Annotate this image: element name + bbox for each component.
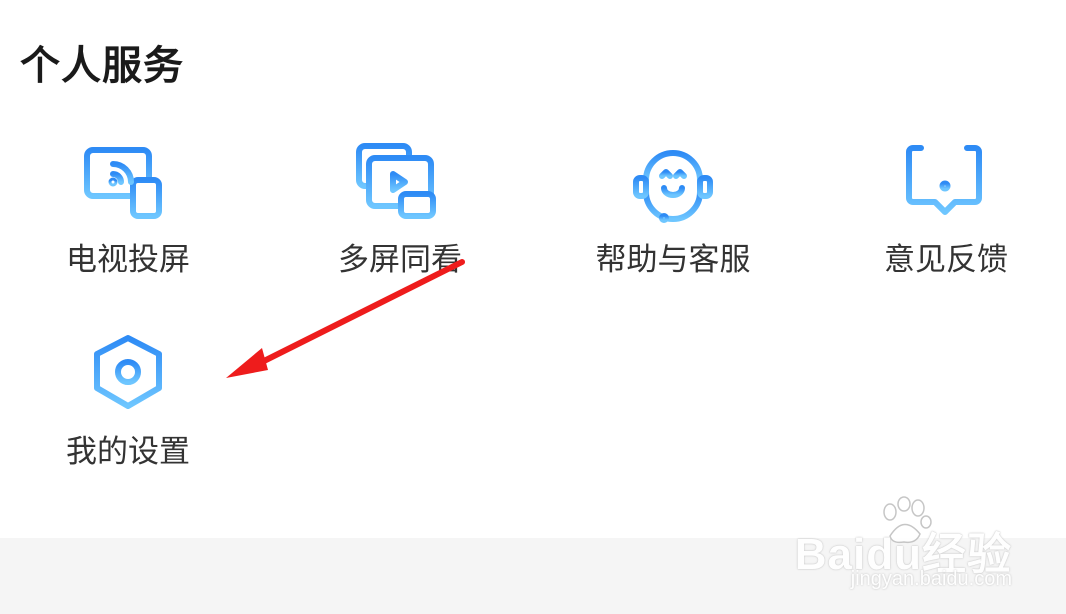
service-label: 帮助与客服 — [595, 242, 751, 278]
tv-cast-icon — [83, 140, 173, 230]
service-multi-screen[interactable]: 多屏同看 — [300, 140, 500, 310]
service-label: 我的设置 — [66, 434, 190, 470]
service-label: 多屏同看 — [338, 242, 462, 278]
service-tv-cast[interactable]: 电视投屏 — [28, 140, 228, 310]
settings-icon — [83, 330, 173, 420]
service-my-settings[interactable]: 我的设置 — [28, 330, 228, 500]
service-label: 电视投屏 — [66, 242, 190, 278]
multi-screen-icon — [355, 140, 445, 230]
customer-service-icon — [628, 140, 718, 230]
feedback-icon — [901, 140, 991, 230]
watermark-url: jingyan.baidu.com — [850, 568, 1012, 590]
section-title: 个人服务 — [20, 43, 184, 89]
service-feedback[interactable]: 意见反馈 — [846, 140, 1046, 310]
service-label: 意见反馈 — [884, 242, 1008, 278]
watermark: Baidu经验 jingyan.baidu.com — [795, 496, 1012, 598]
personal-services-section: 个人服务 电视投屏 多屏同看 帮助与客服 意见反馈 我的设置 — [0, 0, 1066, 538]
service-help-customer-service[interactable]: 帮助与客服 — [573, 140, 773, 310]
